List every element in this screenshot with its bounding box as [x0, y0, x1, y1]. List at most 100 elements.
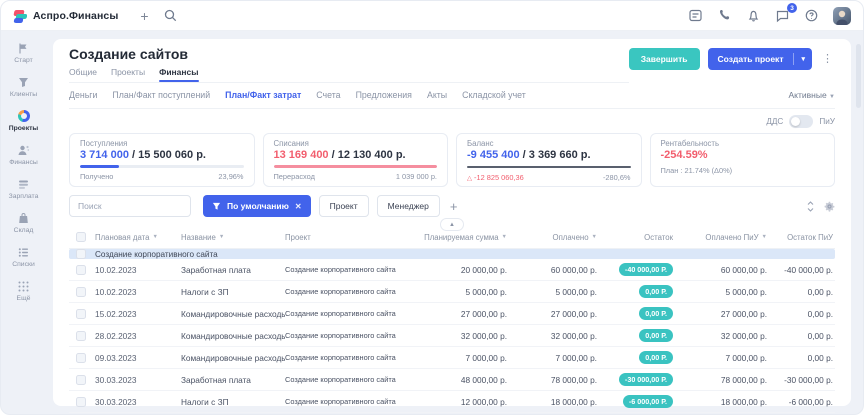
more-actions-button[interactable]: ⋮: [820, 52, 835, 67]
search-input[interactable]: [69, 195, 191, 217]
filter-chip-Проект[interactable]: Проект: [319, 195, 369, 217]
group-row[interactable]: Создание корпоративного сайта: [69, 249, 835, 259]
chevron-down-icon[interactable]: ▾: [794, 55, 812, 63]
cell-date: 30.03.2023: [95, 397, 181, 407]
cell-name: Налоги с ЗП: [181, 397, 285, 407]
row-checkbox[interactable]: [76, 353, 86, 363]
sidebar-item-6[interactable]: Склад: [3, 207, 45, 239]
sidebar-item-label: Склад: [14, 227, 34, 234]
help-icon[interactable]: [804, 8, 819, 23]
sidebar-item-2[interactable]: Клиенты: [3, 71, 45, 103]
subtab[interactable]: План/Факт поступлений: [112, 90, 210, 100]
column-header[interactable]: Планируемая сумма▼: [403, 233, 509, 242]
table-row[interactable]: 28.02.2023Командировочные расходыСоздани…: [69, 325, 835, 347]
sort-chevron-icon[interactable]: ▼: [592, 234, 597, 240]
cell-planned: 48 000,00 р.: [403, 375, 509, 385]
column-header: Остаток: [599, 233, 675, 242]
table-row[interactable]: 30.03.2023Заработная платаСоздание корпо…: [69, 369, 835, 391]
rest-badge: -6 000,00 Р.: [623, 395, 673, 408]
column-header[interactable]: Плановая дата▼: [95, 233, 181, 242]
group-checkbox[interactable]: [76, 249, 86, 259]
card-title: Списания: [274, 139, 438, 148]
tab-Проекты[interactable]: Проекты: [111, 67, 145, 82]
filter-chip-Менеджер[interactable]: Менеджер: [377, 195, 440, 217]
card-footer-left: △-12 825 060,36: [467, 173, 524, 182]
subtab[interactable]: План/Факт затрат: [225, 90, 301, 100]
global-add-button[interactable]: +: [136, 7, 152, 25]
brand[interactable]: Аспро.Финансы: [13, 9, 118, 23]
collapse-rows-icon[interactable]: [805, 201, 816, 212]
card-footer-left: План : 21.74% (Δ0%): [661, 166, 733, 175]
tab-Общие[interactable]: Общие: [69, 67, 97, 82]
sort-chevron-icon[interactable]: ▼: [502, 234, 507, 240]
page-header: Создание сайтов ОбщиеПроектыФинансы Заве…: [69, 46, 835, 83]
row-checkbox[interactable]: [76, 309, 86, 319]
lists-icon: [17, 245, 31, 259]
subtab[interactable]: Деньги: [69, 90, 97, 100]
sort-chevron-icon[interactable]: ▼: [219, 234, 224, 240]
status-filter-dropdown[interactable]: Активные ▼: [789, 90, 836, 100]
scrollbar[interactable]: [856, 44, 861, 384]
cell-project: Создание корпоративного сайта: [285, 287, 403, 296]
sidebar-item-4[interactable]: Финансы: [3, 139, 45, 171]
sidebar-item-3[interactable]: Проекты: [3, 105, 45, 137]
cell-name: Налоги с ЗП: [181, 287, 285, 297]
phone-icon[interactable]: [717, 8, 732, 23]
finish-button[interactable]: Завершить: [629, 48, 700, 70]
row-checkbox[interactable]: [76, 265, 86, 275]
column-header[interactable]: Оплачено ПиУ▼: [675, 233, 769, 242]
search-icon[interactable]: [163, 8, 178, 23]
table-row[interactable]: 10.02.2023Налоги с ЗПСоздание корпоратив…: [69, 281, 835, 303]
sidebar-item-7[interactable]: Списки: [3, 241, 45, 273]
select-all-checkbox[interactable]: [76, 232, 86, 242]
sidebar-item-8[interactable]: Ещё: [3, 275, 45, 307]
bell-icon[interactable]: [746, 8, 761, 23]
sort-chevron-icon[interactable]: ▼: [762, 234, 767, 240]
close-icon[interactable]: ✕: [295, 202, 302, 211]
rest-badge: 0,00 Р.: [639, 351, 673, 364]
cell-paid: 78 000,00 р.: [509, 375, 599, 385]
tab-Финансы[interactable]: Финансы: [159, 67, 198, 82]
summary-cards: Поступления3 714 000 / 15 500 060 р.Полу…: [69, 133, 835, 187]
summary-card-1[interactable]: Поступления3 714 000 / 15 500 060 р.Полу…: [69, 133, 255, 187]
cell-paid: 18 000,00 р.: [509, 397, 599, 407]
summary-card-2[interactable]: Списания13 169 400 / 12 130 400 р.Перера…: [263, 133, 449, 187]
row-checkbox[interactable]: [76, 331, 86, 341]
row-checkbox[interactable]: [76, 397, 86, 407]
notes-icon[interactable]: [688, 8, 703, 23]
collapse-table-button[interactable]: ▲: [440, 218, 464, 231]
user-avatar[interactable]: [833, 7, 851, 25]
table-row[interactable]: 09.03.2023Командировочные расходыСоздани…: [69, 347, 835, 369]
cell-project: Создание корпоративного сайта: [285, 397, 403, 406]
app-name: Аспро.Финансы: [33, 10, 118, 22]
table-settings-gear-icon[interactable]: [824, 201, 835, 212]
cell-paid: 60 000,00 р.: [509, 265, 599, 275]
sidebar-item-5[interactable]: Зарплата: [3, 173, 45, 205]
table-row[interactable]: 15.02.2023Командировочные расходыСоздани…: [69, 303, 835, 325]
summary-card-4[interactable]: Рентабельность-254.59%План : 21.74% (Δ0%…: [650, 133, 836, 187]
default-filter-button[interactable]: По умолчанию ✕: [203, 195, 311, 217]
add-filter-button[interactable]: +: [448, 199, 460, 214]
sidebar-item-1[interactable]: Старт: [3, 37, 45, 69]
scrollbar-thumb[interactable]: [856, 44, 861, 108]
cell-rest: 0,00 Р.: [599, 307, 675, 320]
subtab[interactable]: Предложения: [356, 90, 412, 100]
table-row[interactable]: 10.02.2023Заработная платаСоздание корпо…: [69, 259, 835, 281]
create-project-button[interactable]: Создать проект ▾: [708, 48, 813, 70]
row-checkbox[interactable]: [76, 375, 86, 385]
cell-date: 28.02.2023: [95, 331, 181, 341]
subtab[interactable]: Складской учет: [462, 90, 526, 100]
cell-name: Заработная плата: [181, 265, 285, 275]
dds-piu-toggle[interactable]: [789, 115, 813, 128]
column-header[interactable]: Оплачено▼: [509, 233, 599, 242]
topbar: Аспро.Финансы + 3: [1, 1, 863, 31]
summary-card-3[interactable]: Баланс-9 455 400 / 3 369 660 р.△-12 825 …: [456, 133, 642, 187]
subtab[interactable]: Акты: [427, 90, 447, 100]
column-header[interactable]: Название▼: [181, 233, 285, 242]
cell-planned: 7 000,00 р.: [403, 353, 509, 363]
sort-chevron-icon[interactable]: ▼: [152, 234, 157, 240]
table-row[interactable]: 30.03.2023Налоги с ЗПСоздание корпоратив…: [69, 391, 835, 413]
row-checkbox[interactable]: [76, 287, 86, 297]
subtab[interactable]: Счета: [316, 90, 340, 100]
chat-icon[interactable]: 3: [775, 8, 790, 23]
